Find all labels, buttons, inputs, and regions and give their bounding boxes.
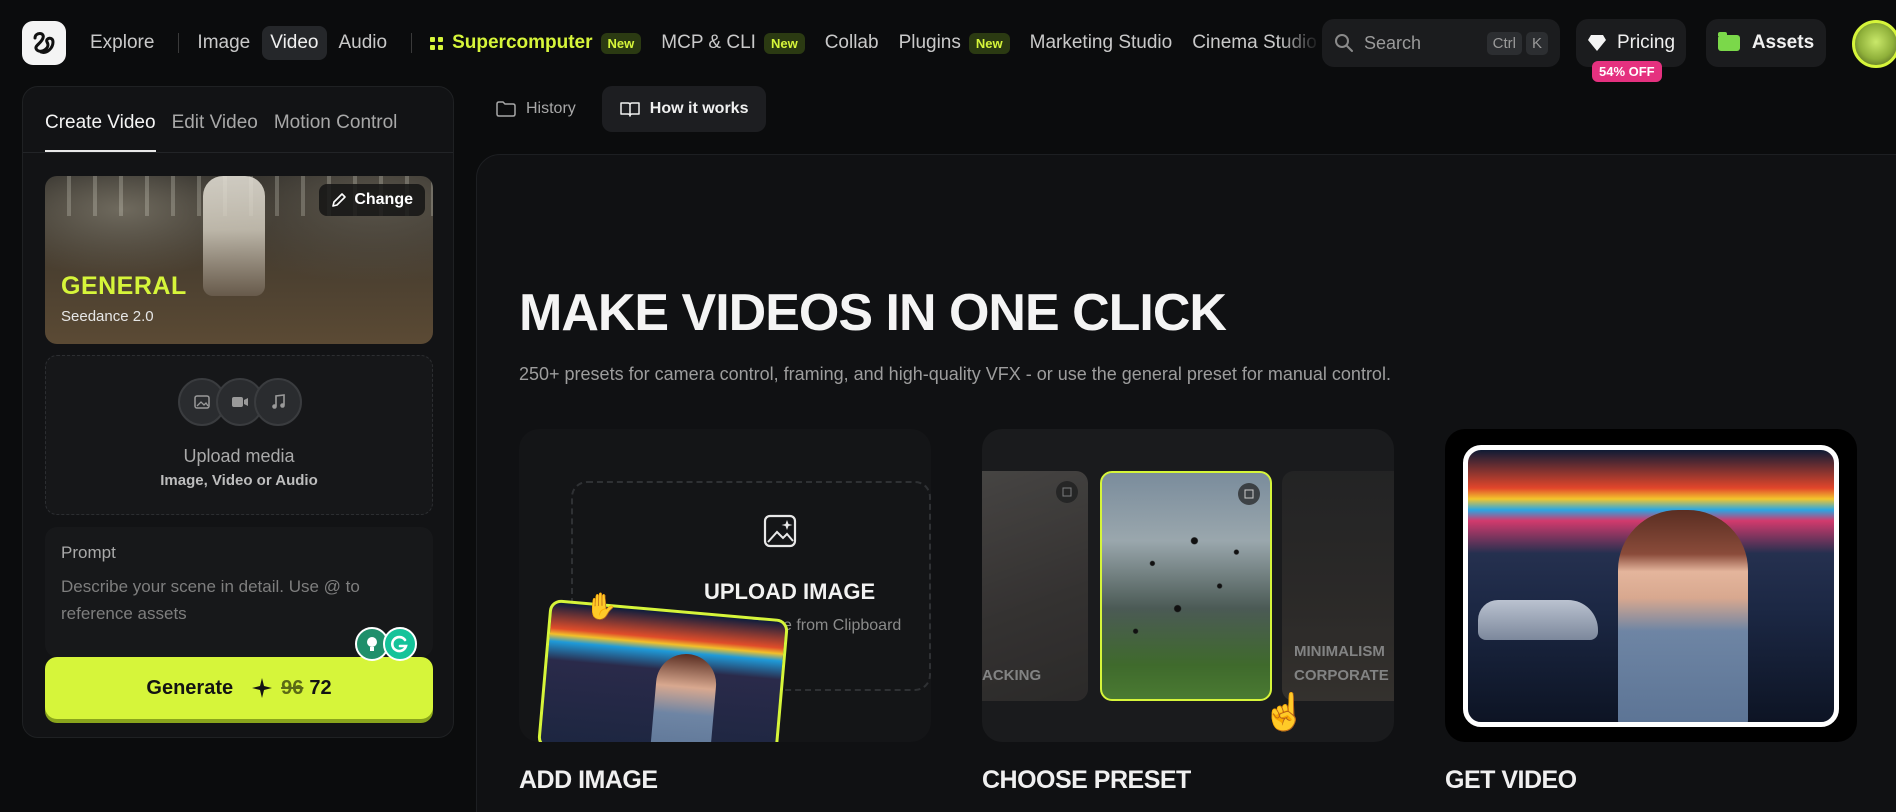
nav-audio[interactable]: Audio <box>331 26 396 60</box>
assets-label: Assets <box>1751 32 1815 53</box>
image-upload-icon <box>763 514 797 548</box>
model-preset-card[interactable]: Change GENERAL Seedance 2.0 <box>45 176 433 344</box>
step-label-choose-preset: CHOOSE PRESET <box>982 766 1191 794</box>
audio-icon <box>254 378 302 426</box>
tab-how-it-works[interactable]: How it works <box>601 86 767 132</box>
preset-icon <box>1056 481 1078 503</box>
search-icon <box>1335 34 1353 52</box>
generate-button[interactable]: Generate 96 72 <box>45 657 433 719</box>
tab-create-video[interactable]: Create Video <box>45 112 156 152</box>
hand-cursor-icon: ✋ <box>585 591 618 621</box>
sparkle-icon <box>252 678 273 698</box>
upload-media-dropzone[interactable]: Upload media Image, Video or Audio <box>45 355 433 515</box>
search-bar[interactable]: Search Ctrl K <box>1322 19 1560 67</box>
preset-tag-right-1: MINIMALISM <box>1294 643 1385 660</box>
folder-icon <box>1717 32 1740 51</box>
avatar[interactable] <box>1852 20 1896 68</box>
prompt-field[interactable]: Prompt Describe your scene in detail. Us… <box>45 527 433 661</box>
app-logo[interactable] <box>22 21 66 65</box>
tab-edit-video[interactable]: Edit Video <box>172 112 258 152</box>
mode-tabs: Create Video Edit Video Motion Control <box>23 87 453 153</box>
generate-label: Generate <box>146 676 234 699</box>
current-cost: 72 <box>309 676 332 699</box>
logo-icon <box>33 32 55 54</box>
page-subtitle: 250+ presets for camera control, framing… <box>519 364 1391 384</box>
upload-image-title: UPLOAD IMAGE <box>704 579 876 604</box>
preset-thumb-right: MINIMALISM CORPORATE <box>1282 471 1394 701</box>
create-panel: Create Video Edit Video Motion Control C… <box>22 86 454 738</box>
new-badge: New <box>763 32 805 54</box>
tab-how-it-works-label: How it works <box>649 100 749 117</box>
preset-title: GENERAL <box>61 272 187 300</box>
birds-image <box>1102 473 1270 699</box>
prompt-label: Prompt <box>61 543 116 562</box>
nav-mcp-label: MCP & CLI <box>661 32 756 53</box>
pointer-cursor-icon: ☝ <box>1262 691 1307 732</box>
tab-motion-control[interactable]: Motion Control <box>274 112 398 152</box>
search-placeholder: Search <box>1364 32 1422 53</box>
change-preset-button[interactable]: Change <box>319 184 425 216</box>
preset-thumb-selected <box>1100 471 1272 701</box>
grid-icon <box>430 36 444 50</box>
nav-marketing-studio[interactable]: Marketing Studio <box>1022 26 1181 60</box>
folder-outline-icon <box>496 101 516 117</box>
nav-supercomputer[interactable]: Supercomputer New <box>422 26 649 60</box>
discount-badge: 54% OFF <box>1592 61 1662 82</box>
upload-title: Upload media <box>183 446 295 466</box>
new-badge: New <box>968 32 1010 54</box>
nav-divider <box>411 33 413 53</box>
nav-divider <box>178 33 180 53</box>
nav-mcp-cli[interactable]: MCP & CLI New <box>653 26 812 60</box>
nav-video[interactable]: Video <box>262 26 327 60</box>
nav-image[interactable]: Image <box>189 26 258 60</box>
upload-subtitle: Image, Video or Audio <box>160 472 318 489</box>
preset-thumb-left: ACKING <box>982 471 1088 701</box>
nav-plugins-label: Plugins <box>898 32 961 53</box>
book-icon <box>620 102 640 117</box>
step-label-get-video: GET VIDEO <box>1445 766 1577 794</box>
pricing-button[interactable]: Pricing <box>1576 19 1686 67</box>
pencil-icon <box>332 193 347 207</box>
diamond-icon <box>1587 35 1606 51</box>
step-label-add-image: ADD IMAGE <box>519 766 658 794</box>
result-video-preview <box>1463 445 1839 727</box>
preview-subject <box>203 176 265 296</box>
tab-history[interactable]: History <box>478 86 594 132</box>
kbd-ctrl: Ctrl <box>1486 31 1522 55</box>
preview-car <box>1478 600 1598 640</box>
prompt-placeholder: Describe your scene in detail. Use @ to … <box>61 577 360 623</box>
new-badge: New <box>600 32 642 54</box>
step-card-choose-preset: ACKING MINIMALISM CORPORATE ☝ <box>982 429 1394 742</box>
nav-plugins[interactable]: Plugins New <box>891 26 1018 60</box>
change-label: Change <box>354 191 413 208</box>
kbd-k: K <box>1525 31 1548 55</box>
model-name: Seedance 2.0 <box>61 308 154 325</box>
generate-cost: 96 72 <box>251 677 332 700</box>
step-card-add-image: UPLOAD IMAGE Paste from Clipboard ✋ <box>519 429 931 742</box>
sample-photo <box>536 598 790 742</box>
nav-collab[interactable]: Collab <box>817 26 887 60</box>
assets-button[interactable]: Assets <box>1706 19 1826 67</box>
preset-tag-left: ACKING <box>982 667 1042 684</box>
grammarly-icon[interactable] <box>383 627 417 661</box>
extension-icons <box>355 627 417 661</box>
preview-subject <box>1618 510 1748 722</box>
main-subtabs: History How it works <box>478 86 774 132</box>
page-title: MAKE VIDEOS IN ONE CLICK <box>519 284 1227 342</box>
nav-explore[interactable]: Explore <box>82 26 162 60</box>
preset-icon <box>1238 483 1260 505</box>
tab-history-label: History <box>526 100 576 117</box>
nav-supercomputer-label: Supercomputer <box>452 32 593 53</box>
pricing-label: Pricing <box>1616 32 1676 53</box>
preset-tag-right-2: CORPORATE <box>1294 667 1389 684</box>
step-card-get-video <box>1445 429 1857 742</box>
media-type-icons <box>178 378 302 426</box>
nav-fade <box>1280 20 1320 66</box>
old-cost: 96 <box>281 676 304 699</box>
